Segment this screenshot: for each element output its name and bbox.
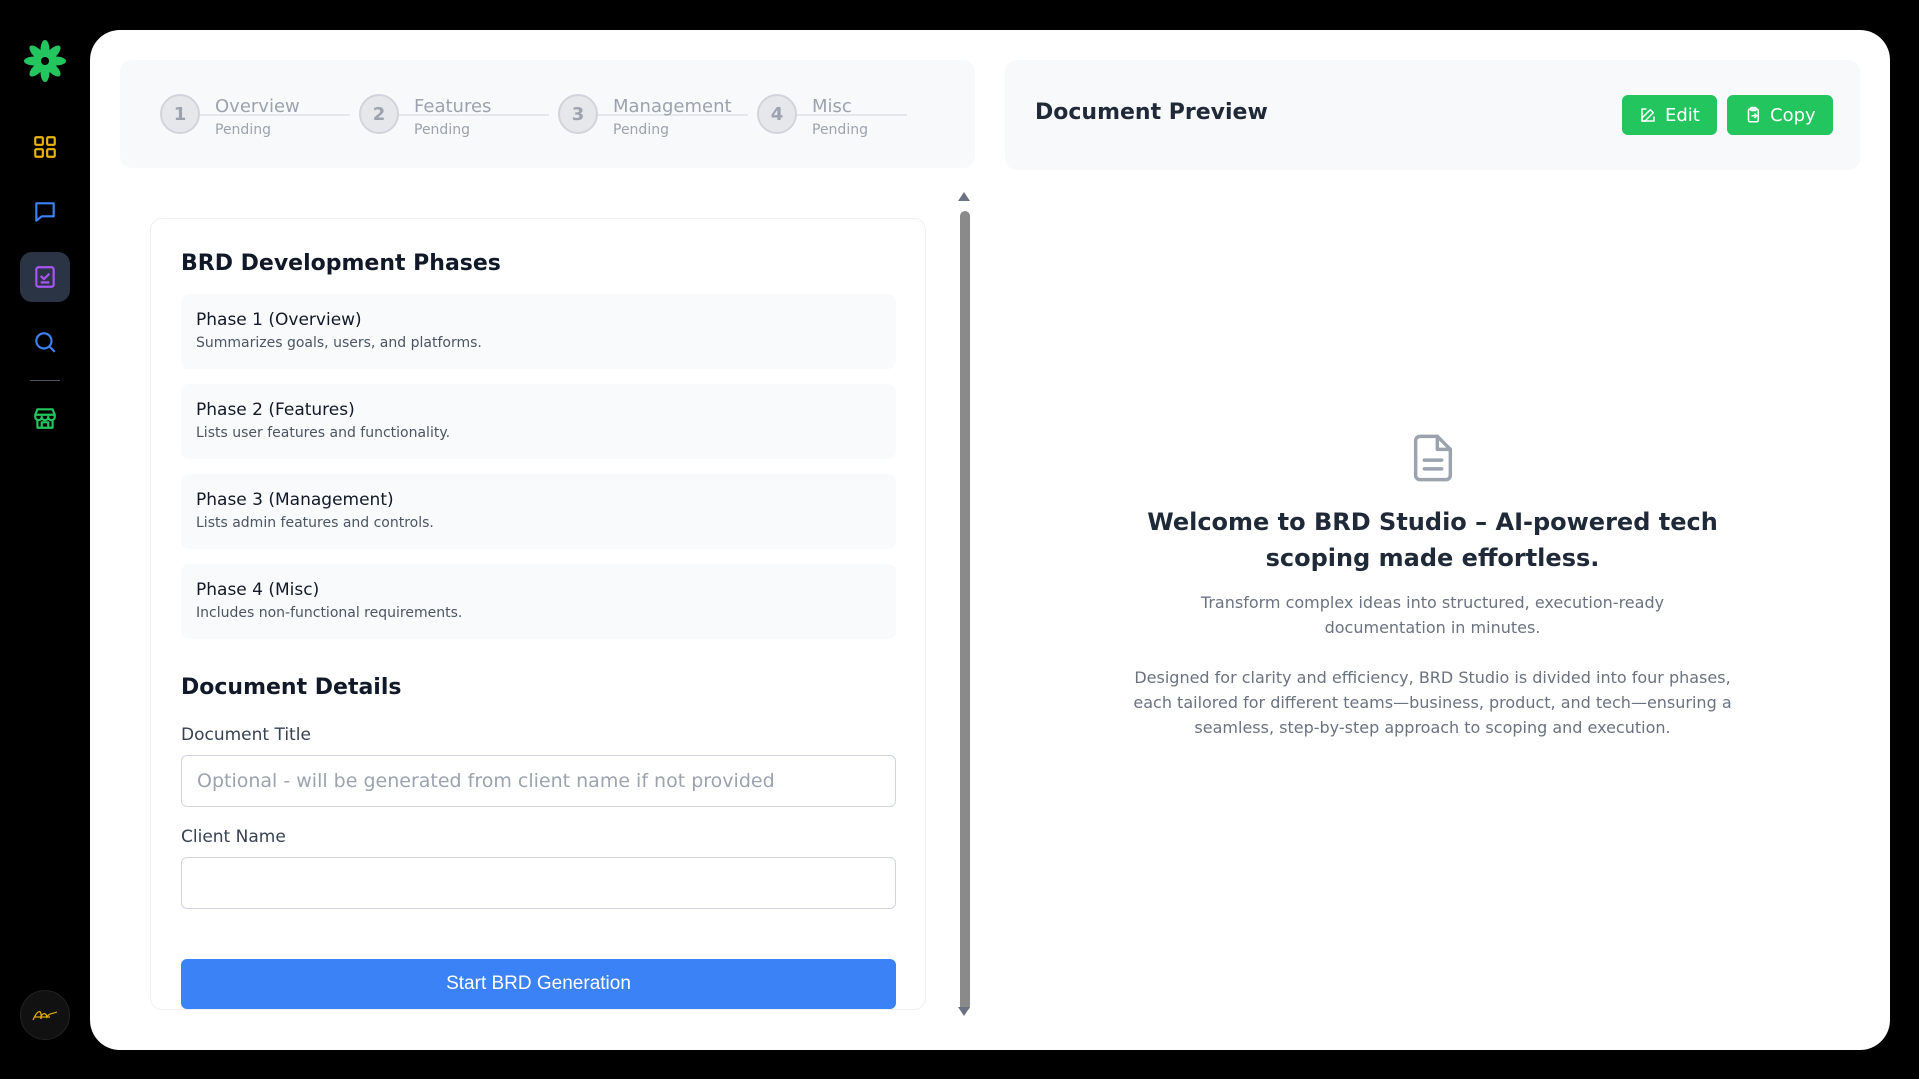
step-status: Pending [414,122,470,138]
phase-stepper: 1 Overview Pending 2 Features Pending 3 … [120,60,975,168]
sidebar-item-brd[interactable] [20,252,70,302]
message-icon [35,202,55,222]
step-number: 3 [558,94,598,134]
sidebar-divider [30,380,60,381]
copy-label: Copy [1770,104,1816,126]
step-title: Overview [215,96,300,117]
grid-icon [34,136,56,158]
phase-description: Summarizes goals, users, and platforms. [196,335,482,351]
main-panel: 1 Overview Pending 2 Features Pending 3 … [90,30,1890,1050]
clipboard-copy-icon [1747,106,1759,123]
step-misc[interactable]: 4 Misc Pending [757,94,947,138]
scroll-up-arrow[interactable] [958,192,970,201]
step-number: 1 [160,94,200,134]
step-management[interactable]: 3 Management Pending [558,94,748,138]
sidebar-item-search[interactable] [20,317,70,367]
phase-description: Includes non-functional requirements. [196,605,463,621]
welcome-title: Welcome to BRD Studio – AI-powered tech … [1147,508,1718,572]
phase-card: Phase 1 (Overview) Summarizes goals, use… [181,294,896,369]
sidebar-item-dashboard[interactable] [20,122,70,172]
avatar[interactable] [20,990,70,1040]
edit-button[interactable]: Edit [1622,95,1717,135]
phase-title: Phase 2 (Features) [196,400,355,420]
copy-button[interactable]: Copy [1727,95,1833,135]
scroll-down-arrow[interactable] [958,1007,970,1016]
phase-title: Phase 3 (Management) [196,490,394,510]
phase-card: Phase 2 (Features) Lists user features a… [181,384,896,459]
phase-title: Phase 1 (Overview) [196,310,362,330]
welcome-body: Designed for clarity and efficiency, BRD… [1133,668,1732,737]
step-title: Management [613,96,732,117]
step-features[interactable]: 2 Features Pending [359,94,549,138]
step-status: Pending [613,122,669,138]
step-number: 2 [359,94,399,134]
preview-title: Document Preview [1035,100,1268,125]
document-title-input[interactable] [181,755,896,807]
phase-description: Lists admin features and controls. [196,515,434,531]
welcome-panel: Welcome to BRD Studio – AI-powered tech … [1105,430,1760,740]
start-brd-generation-button[interactable]: Start BRD Generation [181,959,896,1009]
client-name-label: Client Name [181,827,286,847]
phase-card: Phase 3 (Management) Lists admin feature… [181,474,896,549]
flower-logo-icon[interactable] [22,38,68,84]
step-overview[interactable]: 1 Overview Pending [160,94,350,138]
phase-description: Lists user features and functionality. [196,425,451,441]
step-title: Misc [812,96,852,117]
sidebar-item-chat[interactable] [20,187,70,237]
signature-avatar [32,1011,58,1021]
document-title-label: Document Title [181,725,311,745]
search-icon [35,332,56,353]
brd-form-card: BRD Development Phases Phase 1 (Overview… [150,218,926,1010]
step-title: Features [414,96,492,117]
edit-icon [1641,108,1655,122]
details-heading: Document Details [181,675,402,700]
file-text-icon [1413,434,1452,482]
step-number: 4 [757,94,797,134]
phases-heading: BRD Development Phases [181,251,501,276]
scrollbar-thumb[interactable] [960,211,970,1011]
preview-header: Document Preview Edit Copy [1005,60,1860,170]
edit-label: Edit [1665,104,1700,126]
phase-title: Phase 4 (Misc) [196,580,320,600]
sidebar [0,0,90,1079]
step-status: Pending [215,122,271,138]
phase-card: Phase 4 (Misc) Includes non-functional r… [181,564,896,639]
client-name-input[interactable] [181,857,896,909]
sidebar-item-store[interactable] [20,393,70,443]
clipboard-check-icon [35,266,55,288]
welcome-subtitle: Transform complex ideas into structured,… [1200,593,1665,637]
store-icon [34,408,56,429]
step-status: Pending [812,122,868,138]
